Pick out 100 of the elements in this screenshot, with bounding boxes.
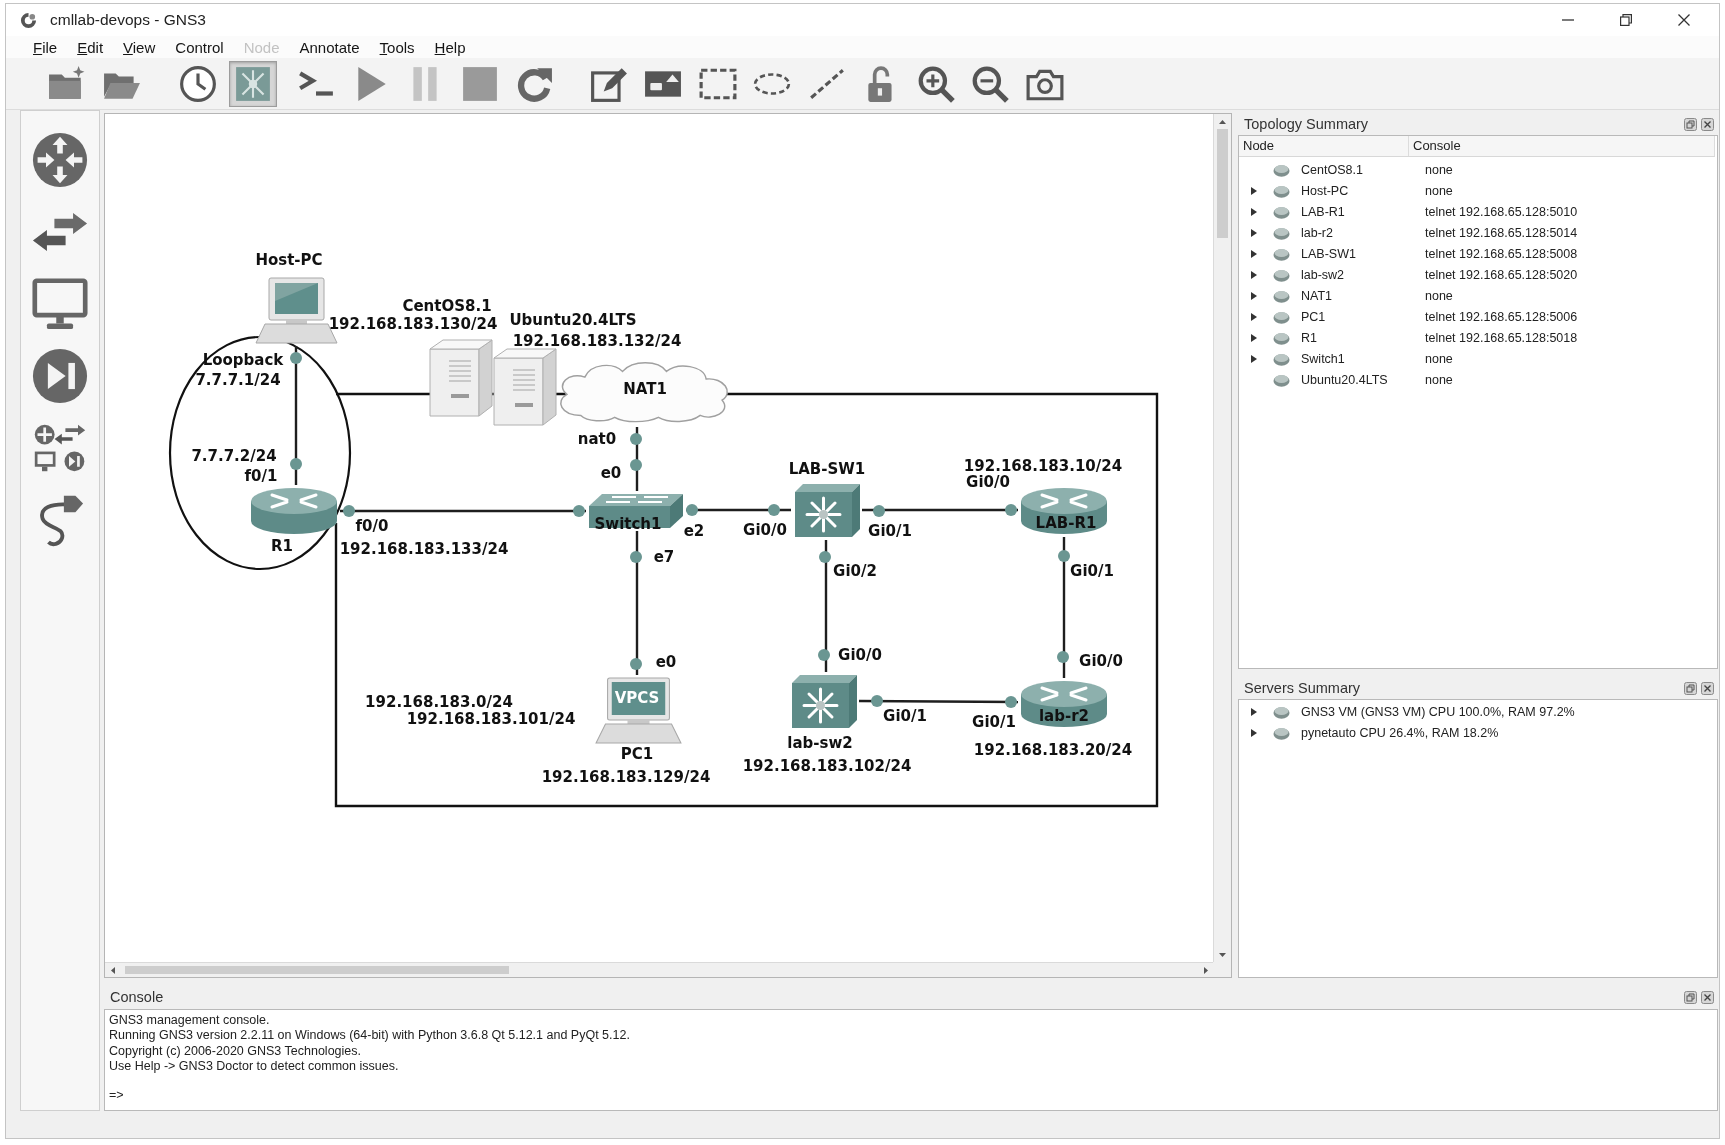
column-header[interactable]: Console bbox=[1409, 136, 1715, 156]
float-icon[interactable] bbox=[1684, 681, 1697, 695]
console-line: GNS3 management console. bbox=[109, 1013, 270, 1029]
screen-label: VPCS bbox=[614, 689, 660, 707]
port-label: Gi0/1 bbox=[972, 713, 1016, 731]
multilayer-switch-icon[interactable] bbox=[793, 482, 861, 538]
node-name[interactable]: NAT1 bbox=[1301, 288, 1333, 303]
node-name[interactable]: lab-r2 bbox=[1301, 225, 1333, 240]
status-icon bbox=[1273, 351, 1290, 366]
node-label: lab-r2 bbox=[1038, 707, 1090, 725]
menu-item[interactable]: View bbox=[113, 36, 166, 58]
vertical-scrollbar[interactable] bbox=[1213, 114, 1231, 962]
node-name[interactable]: LAB-R1 bbox=[1301, 204, 1345, 219]
server-status[interactable]: GNS3 VM (GNS3 VM) CPU 100.0%, RAM 97.2% bbox=[1301, 704, 1575, 719]
console-address: telnet 192.168.65.128:5010 bbox=[1424, 204, 1578, 219]
router-icon[interactable] bbox=[1020, 680, 1108, 728]
zoom-out-icon bbox=[971, 64, 1009, 103]
server-status[interactable]: pynetauto CPU 26.4%, RAM 18.2% bbox=[1301, 725, 1499, 740]
dock-title: Servers Summary bbox=[1244, 680, 1362, 696]
status-icon bbox=[1273, 330, 1290, 345]
expand-arrow-icon[interactable] bbox=[1251, 186, 1257, 195]
status-icon bbox=[1273, 225, 1290, 240]
menu-item[interactable]: Tools bbox=[369, 36, 425, 58]
node-name[interactable]: Host-PC bbox=[1301, 183, 1349, 198]
link-line[interactable] bbox=[294, 346, 298, 485]
expand-arrow-icon[interactable] bbox=[1251, 333, 1257, 342]
node-label: PC1 bbox=[620, 745, 654, 763]
status-icon bbox=[1273, 183, 1290, 198]
port-status-icon bbox=[1058, 550, 1070, 562]
interface-labels-button[interactable] bbox=[228, 60, 277, 107]
monitor-icon bbox=[32, 278, 88, 330]
node-label: NAT1 bbox=[623, 380, 667, 398]
restore-icon bbox=[1620, 14, 1632, 26]
scroll-up-icon[interactable] bbox=[1219, 119, 1226, 124]
console-prompt: => bbox=[109, 1087, 124, 1104]
ip-address-note: 192.168.183.0/24 bbox=[365, 693, 513, 711]
node-name[interactable]: PC1 bbox=[1301, 309, 1326, 324]
link-line[interactable] bbox=[1062, 537, 1066, 678]
console-line: Running GNS3 version 2.2.11 on Windows (64-bit) with Python 3.6.8 Qt 5.12.1 and PyQt 5.12. bbox=[109, 1028, 630, 1044]
scroll-left-icon[interactable] bbox=[110, 966, 115, 974]
expand-arrow-icon[interactable] bbox=[1251, 270, 1257, 279]
node-name[interactable]: R1 bbox=[1301, 330, 1317, 345]
close-icon[interactable] bbox=[1701, 117, 1714, 131]
node-name[interactable]: CentOS8.1 bbox=[1301, 162, 1363, 177]
scrollbar-thumb[interactable] bbox=[125, 966, 509, 974]
port-label: e7 bbox=[653, 548, 675, 566]
expand-arrow-icon[interactable] bbox=[1251, 354, 1257, 363]
menu-item[interactable]: Edit bbox=[67, 36, 114, 58]
port-status-icon bbox=[871, 695, 883, 707]
node-name[interactable]: lab-sw2 bbox=[1301, 267, 1345, 282]
port-status-icon bbox=[686, 504, 698, 516]
port-status-icon bbox=[630, 658, 642, 670]
console-address: none bbox=[1424, 351, 1453, 366]
port-label: f0/0 bbox=[355, 517, 389, 535]
status-icon bbox=[1273, 288, 1290, 303]
port-label: e0 bbox=[655, 653, 677, 671]
menu-item[interactable]: File bbox=[23, 36, 68, 58]
horizontal-scrollbar[interactable] bbox=[105, 962, 1213, 977]
float-icon[interactable] bbox=[1684, 990, 1697, 1004]
port-label: Gi0/0 bbox=[1079, 652, 1123, 670]
network-diagram-icon bbox=[233, 64, 272, 103]
expand-arrow-icon[interactable] bbox=[1251, 291, 1257, 300]
console-address: telnet 192.168.65.128:5008 bbox=[1424, 246, 1578, 261]
router-icon[interactable] bbox=[1020, 487, 1108, 535]
expand-arrow-icon[interactable] bbox=[1251, 228, 1257, 237]
column-header[interactable]: Node bbox=[1239, 136, 1409, 156]
link-line[interactable] bbox=[859, 699, 1018, 704]
link-line[interactable] bbox=[340, 509, 586, 513]
scroll-right-icon[interactable] bbox=[1203, 966, 1208, 974]
expand-arrow-icon[interactable] bbox=[1251, 312, 1257, 321]
link-line[interactable] bbox=[635, 531, 639, 675]
arrows-icon bbox=[32, 213, 88, 251]
scrollbar-thumb[interactable] bbox=[1217, 129, 1228, 238]
float-icon[interactable] bbox=[1684, 117, 1697, 131]
port-label: Loopback bbox=[202, 351, 284, 369]
link-line[interactable] bbox=[635, 427, 639, 491]
expand-arrow-icon[interactable] bbox=[1251, 249, 1257, 258]
menu-item[interactable]: Help bbox=[424, 36, 476, 58]
scroll-down-icon[interactable] bbox=[1219, 952, 1226, 957]
node-name[interactable]: Ubuntu20.4LTS bbox=[1301, 372, 1388, 387]
port-label: f0/1 bbox=[244, 467, 278, 485]
multilayer-switch-icon[interactable] bbox=[790, 673, 858, 729]
ip-address-note: 192.168.183.20/24 bbox=[973, 741, 1133, 759]
expand-arrow-icon[interactable] bbox=[1251, 207, 1257, 216]
port-label: Gi0/1 bbox=[1070, 562, 1114, 580]
link-line[interactable] bbox=[862, 508, 1018, 512]
expand-arrow-icon[interactable] bbox=[1251, 728, 1257, 737]
port-status-icon bbox=[290, 352, 302, 364]
port-label: Gi0/0 bbox=[743, 521, 787, 539]
link-line[interactable] bbox=[824, 540, 828, 672]
node-name[interactable]: Switch1 bbox=[1301, 351, 1345, 366]
close-icon[interactable] bbox=[1701, 681, 1714, 695]
computer-icon[interactable] bbox=[594, 676, 682, 744]
switch-icon[interactable] bbox=[588, 493, 684, 529]
menu-item[interactable]: Control bbox=[165, 36, 234, 58]
node-name[interactable]: LAB-SW1 bbox=[1301, 246, 1356, 261]
menu-item[interactable]: Annotate bbox=[289, 36, 370, 58]
close-icon[interactable] bbox=[1701, 990, 1714, 1004]
node-label: R1 bbox=[271, 537, 293, 555]
expand-arrow-icon[interactable] bbox=[1251, 707, 1257, 716]
